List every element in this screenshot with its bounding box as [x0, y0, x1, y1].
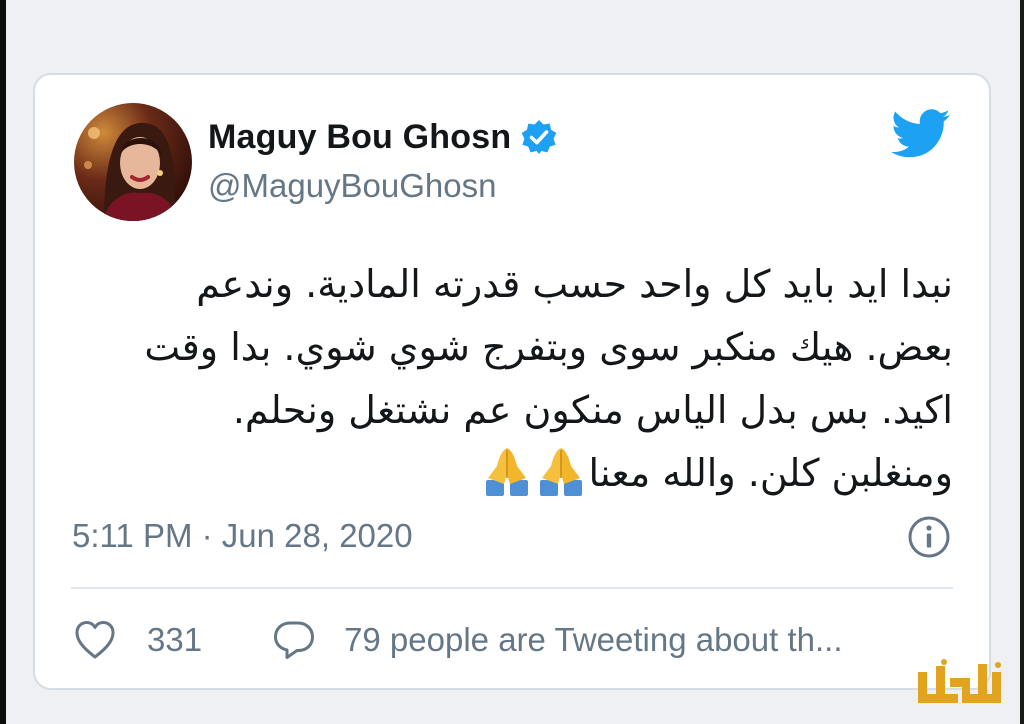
tweet-timestamp[interactable]: 5:11 PM · Jun 28, 2020: [72, 517, 413, 555]
author-handle[interactable]: @MaguyBouGhosn: [208, 167, 497, 205]
folded-hands-icon: [486, 448, 529, 496]
folded-hands-icon: [540, 448, 583, 496]
twitter-bird-icon[interactable]: [891, 109, 951, 159]
like-count[interactable]: 331: [147, 621, 202, 659]
right-edge-border: [1020, 0, 1024, 724]
info-icon[interactable]: [907, 515, 951, 559]
tweet-text-line: اكيد. بس بدل الياس منكون عم نشتغل ونحلم.: [232, 388, 953, 432]
divider: [71, 587, 953, 589]
tweet-card: Maguy Bou Ghosn @MaguyBouGhosn نبدا ايد …: [33, 73, 991, 690]
tweet-text-line: بعض. هيك منكبر سوى وبتفرج شوي شوي. بدا و…: [144, 325, 953, 369]
tweeting-about-link[interactable]: 79 people are Tweeting about th...: [344, 621, 842, 659]
author-display-name[interactable]: Maguy Bou Ghosn: [208, 118, 511, 157]
watermark-logo: [918, 659, 1001, 703]
left-edge-border: [0, 0, 6, 724]
tweet-text-line-last: ومنغلبن كلن. والله معنا: [71, 442, 953, 505]
tweet-text-last-words: ومنغلبن كلن. والله معنا: [588, 451, 953, 495]
author-name-row: Maguy Bou Ghosn: [208, 113, 557, 161]
tweet-text: نبدا ايد بايد كل واحد حسب قدرته المادية.…: [71, 253, 953, 505]
heart-icon[interactable]: [73, 618, 117, 662]
tweet-text-line: نبدا ايد بايد كل واحد حسب قدرته المادية.…: [196, 262, 953, 306]
reply-icon[interactable]: [272, 618, 316, 662]
verified-badge-icon: [521, 120, 557, 154]
avatar[interactable]: [74, 103, 192, 221]
tweet-actions: 331 79 people are Tweeting about th...: [73, 615, 843, 665]
